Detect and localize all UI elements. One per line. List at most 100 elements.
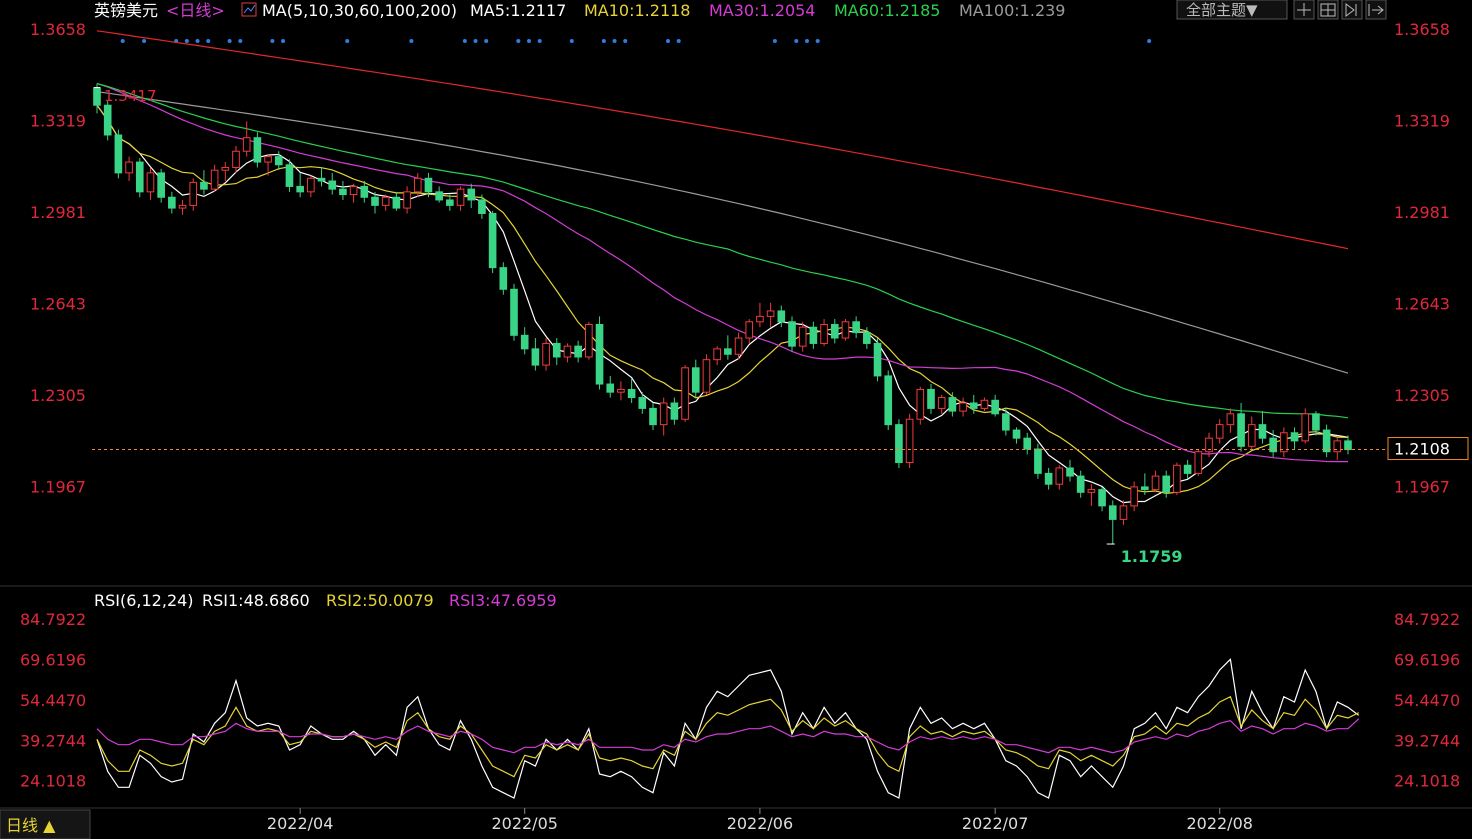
candle[interactable] bbox=[1087, 484, 1096, 506]
candle[interactable] bbox=[403, 186, 411, 214]
candle[interactable] bbox=[927, 384, 935, 414]
candle[interactable] bbox=[574, 340, 582, 363]
candle[interactable] bbox=[1034, 443, 1042, 479]
price-pane[interactable]: 1.3658 1.3658 1.3319 1.3319 1.2981 1.2981 1.26… bbox=[30, 20, 1469, 566]
candle[interactable] bbox=[595, 316, 604, 390]
candle[interactable] bbox=[1280, 427, 1288, 458]
candle[interactable] bbox=[1194, 449, 1203, 477]
candle[interactable] bbox=[1055, 465, 1064, 490]
candle[interactable] bbox=[1247, 416, 1256, 450]
candle[interactable] bbox=[659, 397, 668, 436]
candle[interactable] bbox=[649, 402, 657, 431]
candle[interactable] bbox=[456, 186, 465, 211]
candle[interactable] bbox=[948, 392, 957, 417]
candle[interactable] bbox=[531, 338, 540, 371]
zoom-out-icon[interactable] bbox=[1365, 0, 1387, 20]
candle[interactable] bbox=[905, 413, 914, 468]
candle[interactable] bbox=[146, 167, 155, 200]
candle[interactable] bbox=[392, 191, 401, 211]
candle[interactable] bbox=[520, 327, 529, 355]
candle[interactable] bbox=[1108, 500, 1117, 545]
candle[interactable] bbox=[959, 397, 967, 417]
candle[interactable] bbox=[328, 172, 337, 195]
candle[interactable] bbox=[478, 194, 486, 219]
candle[interactable] bbox=[713, 346, 721, 366]
candle[interactable] bbox=[135, 158, 144, 198]
candle[interactable] bbox=[221, 162, 230, 182]
period-tag[interactable]: <日线> bbox=[166, 1, 225, 20]
candle[interactable] bbox=[114, 129, 123, 179]
candle[interactable] bbox=[820, 319, 828, 347]
candle[interactable] bbox=[563, 343, 572, 363]
candle[interactable] bbox=[542, 338, 550, 371]
candle[interactable] bbox=[296, 172, 304, 198]
candle[interactable] bbox=[232, 145, 240, 173]
candle[interactable] bbox=[745, 319, 754, 344]
candle[interactable] bbox=[1290, 427, 1299, 450]
candle[interactable] bbox=[467, 183, 476, 209]
candle[interactable] bbox=[670, 397, 679, 425]
candle[interactable] bbox=[702, 354, 711, 395]
candle[interactable] bbox=[606, 375, 615, 398]
crosshair-icon[interactable] bbox=[1293, 0, 1315, 20]
candle[interactable] bbox=[1215, 419, 1224, 444]
candle[interactable] bbox=[1076, 470, 1085, 498]
candle[interactable] bbox=[103, 101, 112, 141]
candle[interactable] bbox=[1151, 470, 1160, 493]
candle[interactable] bbox=[724, 335, 732, 360]
candle[interactable] bbox=[980, 397, 989, 412]
candle[interactable] bbox=[499, 262, 508, 295]
step-forward-icon[interactable] bbox=[1341, 0, 1363, 20]
candle[interactable] bbox=[1301, 408, 1310, 444]
candle[interactable] bbox=[756, 302, 764, 328]
candle[interactable] bbox=[1258, 411, 1267, 444]
candle[interactable] bbox=[766, 302, 775, 328]
candle[interactable] bbox=[1333, 438, 1342, 460]
candle[interactable] bbox=[777, 305, 786, 328]
candle[interactable] bbox=[1322, 424, 1331, 458]
candle[interactable] bbox=[1023, 432, 1032, 455]
candle[interactable] bbox=[617, 381, 625, 401]
rsi-pane[interactable]: 84.7922 84.7922 69.6196 69.6196 54.4470 54.44… bbox=[20, 610, 1460, 799]
candle[interactable] bbox=[1344, 435, 1352, 455]
candle[interactable] bbox=[884, 370, 893, 431]
candle[interactable] bbox=[1130, 481, 1138, 512]
candle[interactable] bbox=[991, 394, 999, 417]
candle[interactable] bbox=[189, 178, 198, 211]
candle[interactable] bbox=[1066, 459, 1074, 482]
candle[interactable] bbox=[1012, 427, 1021, 444]
theme-button[interactable]: 全部主题▼ bbox=[1176, 0, 1288, 20]
candle[interactable] bbox=[1173, 462, 1181, 496]
candle[interactable] bbox=[210, 164, 219, 192]
candle[interactable] bbox=[937, 394, 946, 414]
candle[interactable] bbox=[349, 183, 358, 203]
ma-indicator-icon[interactable] bbox=[241, 2, 257, 17]
candle[interactable] bbox=[852, 316, 860, 339]
candle[interactable] bbox=[1226, 408, 1235, 433]
candle[interactable] bbox=[1119, 500, 1128, 525]
candle[interactable] bbox=[339, 181, 347, 200]
candle[interactable] bbox=[381, 194, 390, 211]
period-selector[interactable]: 日线 ▲ bbox=[0, 809, 91, 839]
candle[interactable] bbox=[841, 319, 850, 341]
candle[interactable] bbox=[157, 168, 165, 203]
candle[interactable] bbox=[488, 210, 497, 274]
candle[interactable] bbox=[585, 321, 593, 360]
candle[interactable] bbox=[873, 338, 882, 382]
layout-icon[interactable] bbox=[1317, 0, 1339, 20]
candle[interactable] bbox=[830, 319, 839, 344]
candle[interactable] bbox=[510, 283, 518, 341]
candle[interactable] bbox=[1098, 486, 1106, 512]
candle[interactable] bbox=[168, 191, 176, 214]
candle[interactable] bbox=[446, 194, 454, 211]
candle[interactable] bbox=[125, 156, 133, 182]
candle[interactable] bbox=[681, 365, 689, 422]
candle[interactable] bbox=[307, 175, 315, 198]
candle[interactable] bbox=[691, 359, 700, 398]
candle[interactable] bbox=[1183, 459, 1192, 479]
candle[interactable] bbox=[200, 170, 208, 195]
candle[interactable] bbox=[317, 167, 326, 187]
candle[interactable] bbox=[552, 338, 561, 366]
candle[interactable] bbox=[809, 321, 818, 349]
candle[interactable] bbox=[253, 132, 262, 168]
